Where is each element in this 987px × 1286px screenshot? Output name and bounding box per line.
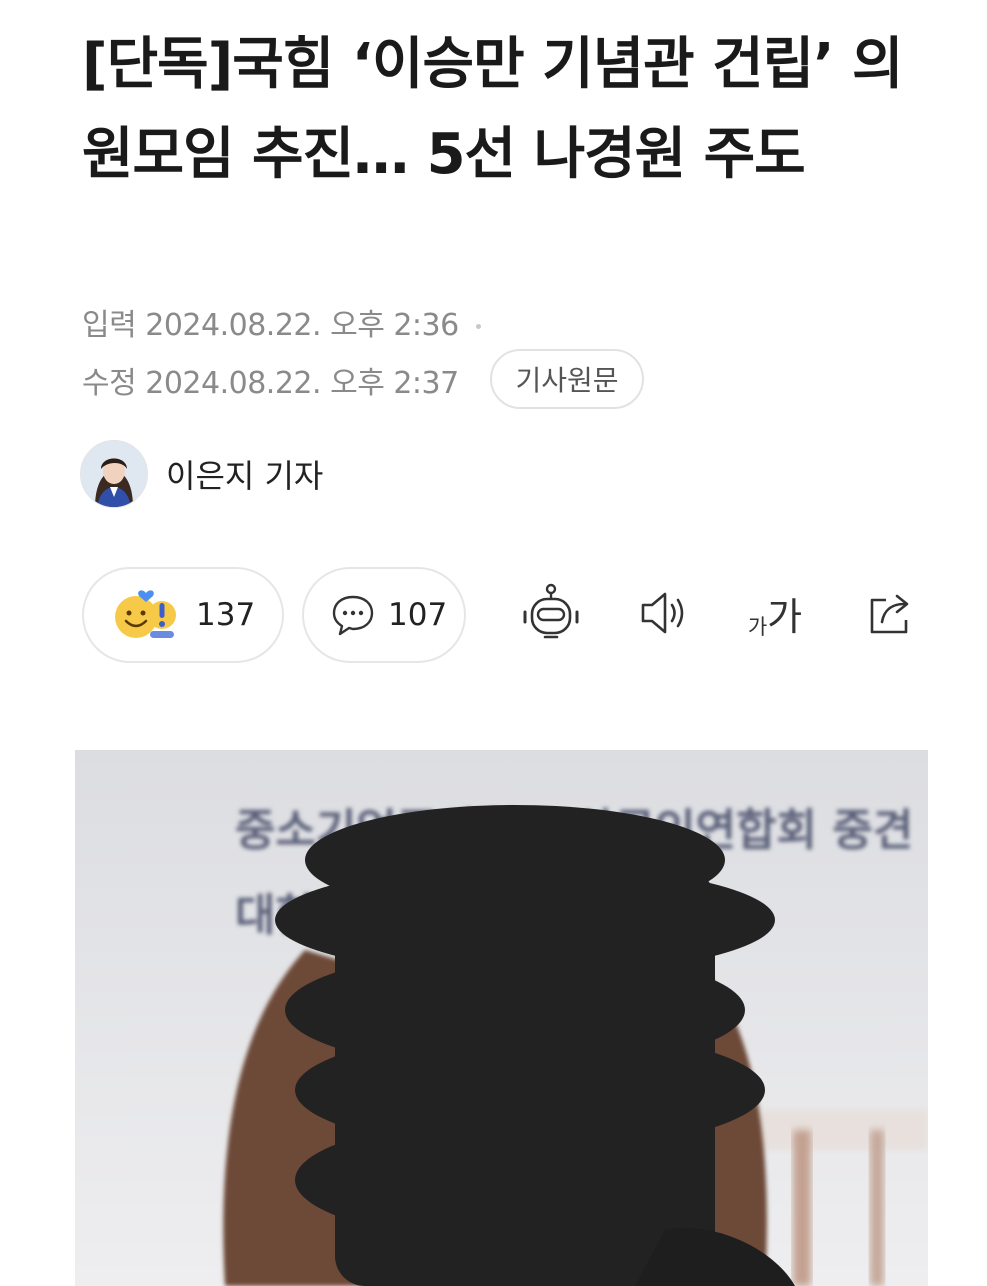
ai-bot-icon [523,583,579,639]
comment-icon [330,592,376,638]
text-to-speech-button[interactable] [632,580,694,646]
emotion-reaction-button[interactable]: 137 [82,567,284,663]
font-size-icon: 가 가 [748,586,802,641]
modified-time: 2024.08.22. 오후 2:37 [145,366,459,401]
comment-count: 107 [388,597,448,633]
emotion-count: 137 [196,597,256,633]
font-size-large-label: 가 [767,594,803,639]
ai-summary-button[interactable] [518,580,584,646]
font-size-small-label: 가 [747,614,768,639]
share-button[interactable] [860,580,922,646]
input-time: 2024.08.22. 오후 2:36 [145,308,459,343]
emotion-icon [112,587,182,643]
redaction-scribble [275,805,775,1286]
speaker-icon [641,592,684,634]
article-photo-image: 중소기업중앙회 소상공인연합회 중견 대한 연합회 한국 [75,750,928,1286]
input-label: 입력 [82,308,137,343]
comment-button[interactable]: 107 [302,567,466,663]
original-article-button[interactable]: 기사원문 [490,349,644,409]
article-title: [단독]국힘 ‘이승만 기념관 건립’ 의원모임 추진… 5선 나경원 주도 [82,32,903,187]
modified-date-row: 수정 2024.08.22. 오후 2:37 [82,358,459,402]
author-name[interactable]: 이은지 기자 [166,451,323,497]
author-photo-icon [81,441,147,507]
article-photo: 중소기업중앙회 소상공인연합회 중견 대한 연합회 한국 [75,750,928,1286]
modified-label: 수정 [82,366,137,401]
font-size-button[interactable]: 가 가 [742,580,808,646]
input-date-row: 입력 2024.08.22. 오후 2:36 [82,300,481,344]
author-avatar[interactable] [80,440,148,508]
separator-dot [475,324,481,329]
share-icon [870,594,909,634]
author-block[interactable]: 이은지 기자 [80,440,323,508]
